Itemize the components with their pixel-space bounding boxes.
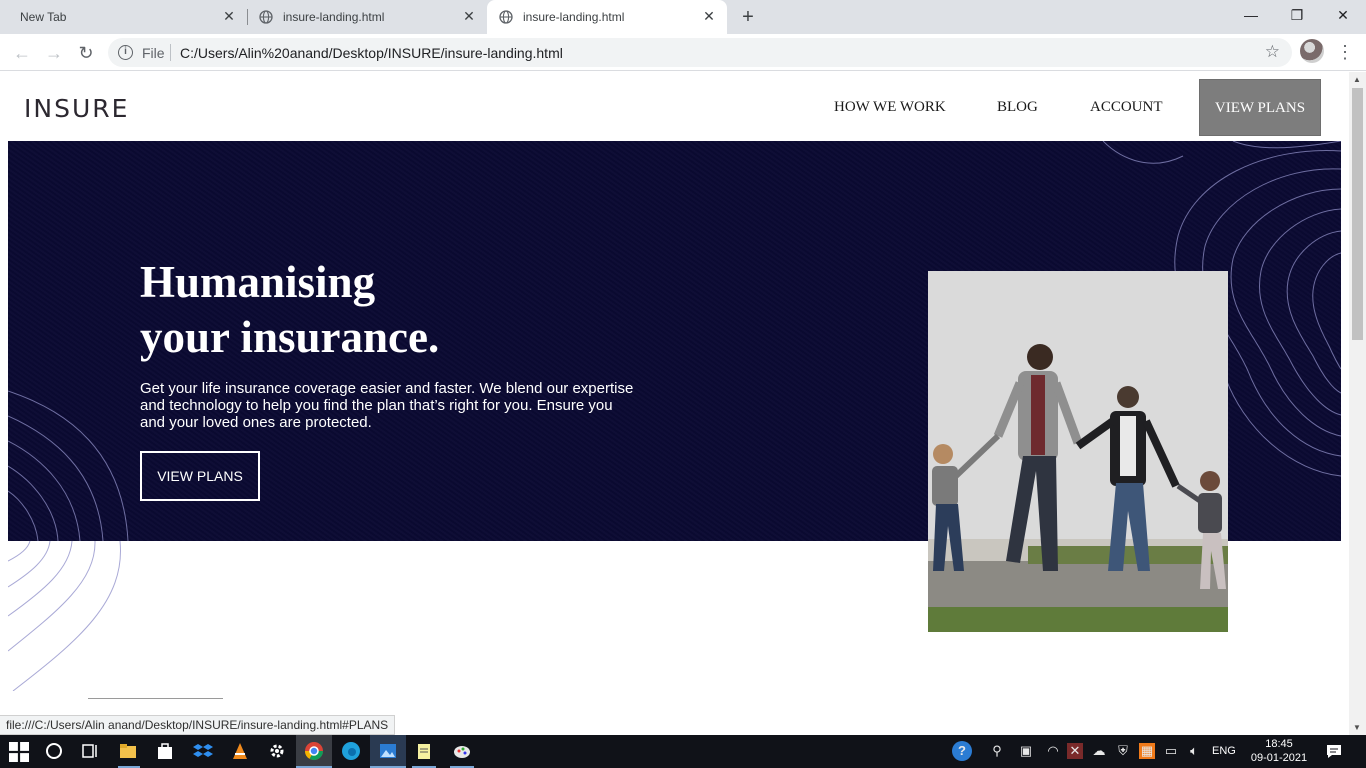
chrome-icon[interactable]: [304, 741, 324, 761]
family-photo-illustration: [928, 271, 1228, 632]
nav-how-we-work[interactable]: HOW WE WORK: [834, 99, 946, 116]
status-bar-link-preview: file:///C:/Users/Alin anand/Desktop/INSU…: [0, 715, 396, 735]
clock-time: 18:45: [1265, 738, 1293, 750]
dropbox-icon[interactable]: [193, 741, 213, 761]
volume-muted-icon[interactable]: 🔈︎: [1186, 743, 1202, 759]
windows-start-icon[interactable]: [9, 742, 29, 762]
restore-icon[interactable]: ❐: [1274, 0, 1320, 32]
page-scrollbar[interactable]: ▲ ▼: [1349, 72, 1366, 735]
cortana-search-icon[interactable]: [44, 741, 64, 761]
address-url[interactable]: C:/Users/Alin%20anand/Desktop/INSURE/ins…: [180, 45, 563, 61]
file-explorer-icon[interactable]: [118, 741, 138, 761]
hero-title-line-1: Humanising: [140, 257, 376, 307]
taskbar-tray-icon[interactable]: ▣: [1018, 743, 1034, 759]
task-view-icon[interactable]: [80, 741, 100, 761]
new-tab-plus-icon[interactable]: +: [737, 6, 759, 28]
site-header: INSURE HOW WE WORK BLOG ACCOUNT VIEW PLA…: [0, 72, 1349, 141]
close-icon[interactable]: ✕: [701, 8, 717, 24]
tray-app-icon[interactable]: ✕: [1067, 743, 1083, 759]
scroll-down-arrow-icon[interactable]: ▼: [1353, 723, 1361, 732]
close-icon[interactable]: ✕: [461, 8, 477, 24]
scrollbar-thumb[interactable]: [1352, 88, 1363, 340]
address-bar[interactable]: i File C:/Users/Alin%20anand/Desktop/INS…: [108, 38, 1292, 67]
photos-icon[interactable]: [378, 741, 398, 761]
clock-date: 09-01-2021: [1250, 752, 1308, 764]
contour-lines-left-decoration: [8, 390, 129, 541]
battery-icon[interactable]: ▭: [1163, 743, 1179, 759]
security-shield-icon[interactable]: ⛨: [1115, 743, 1131, 759]
section-divider-line: [88, 698, 223, 699]
address-scheme-label: File: [142, 45, 165, 61]
profile-avatar[interactable]: [1300, 39, 1324, 63]
back-arrow-icon[interactable]: ←: [10, 41, 34, 65]
nav-view-plans-button[interactable]: VIEW PLANS: [1199, 79, 1321, 136]
store-icon[interactable]: [155, 741, 175, 761]
tab-new-tab[interactable]: New Tab ✕: [0, 0, 247, 34]
vlc-icon[interactable]: [230, 741, 250, 761]
input-language[interactable]: ENG: [1212, 745, 1236, 757]
notepad-icon[interactable]: [414, 741, 434, 761]
hero-title-line-2: your insurance.: [140, 312, 440, 362]
hero-view-plans-button[interactable]: VIEW PLANS: [140, 451, 260, 501]
tab-insure-landing-1[interactable]: insure-landing.html ✕: [247, 0, 487, 34]
minimize-icon[interactable]: —: [1228, 0, 1274, 32]
site-logo[interactable]: INSURE: [24, 94, 129, 123]
tab-title: insure-landing.html: [523, 10, 625, 24]
page-viewport: INSURE HOW WE WORK BLOG ACCOUNT VIEW PLA…: [0, 72, 1349, 735]
edge-icon[interactable]: [341, 741, 361, 761]
nav-account[interactable]: ACCOUNT: [1090, 99, 1163, 116]
close-icon[interactable]: ✕: [221, 8, 237, 24]
settings-gear-icon[interactable]: [267, 741, 287, 761]
cloud-offline-icon[interactable]: ☁: [1091, 743, 1107, 759]
forward-arrow-icon[interactable]: →: [42, 41, 66, 65]
family-walking-photo: [928, 271, 1228, 632]
browser-toolbar: ← → ↻ i File C:/Users/Alin%20anand/Deskt…: [0, 34, 1366, 71]
paint-icon[interactable]: [452, 741, 472, 761]
nav-blog[interactable]: BLOG: [997, 99, 1038, 116]
tab-insure-landing-active[interactable]: insure-landing.html ✕: [487, 0, 727, 34]
hero-description: Get your life insurance coverage easier …: [140, 380, 634, 431]
hero-title: Humanising your insurance.: [140, 255, 439, 365]
bookmark-star-icon[interactable]: ☆: [1265, 42, 1280, 62]
globe-icon: [259, 10, 273, 24]
windows-taskbar: ? ⚲ ▣ ◠ ✕ ☁ ⛨ ▦ ▭ 🔈︎ ENG 18:45 09-01-202…: [0, 735, 1366, 768]
tray-app-orange-icon[interactable]: ▦: [1139, 743, 1155, 759]
action-center-icon[interactable]: [1324, 741, 1344, 761]
globe-icon: [499, 10, 513, 24]
people-icon[interactable]: ⚲: [989, 743, 1005, 759]
help-icon[interactable]: ?: [952, 741, 972, 761]
reload-icon[interactable]: ↻: [74, 41, 98, 65]
browser-tab-strip: New Tab ✕ insure-landing.html ✕ insure-l…: [0, 0, 1366, 34]
scroll-up-arrow-icon[interactable]: ▲: [1353, 75, 1361, 84]
contour-lines-left-lower-decoration: [8, 541, 121, 691]
system-clock[interactable]: 18:45 09-01-2021: [1248, 737, 1310, 765]
menu-kebab-icon[interactable]: ⋮: [1336, 40, 1354, 64]
tab-title: insure-landing.html: [283, 10, 385, 24]
address-divider: [170, 44, 171, 61]
wifi-icon[interactable]: ◠: [1045, 743, 1061, 759]
info-icon[interactable]: i: [118, 45, 133, 60]
window-close-icon[interactable]: ✕: [1320, 0, 1366, 32]
tab-title: New Tab: [20, 10, 67, 24]
